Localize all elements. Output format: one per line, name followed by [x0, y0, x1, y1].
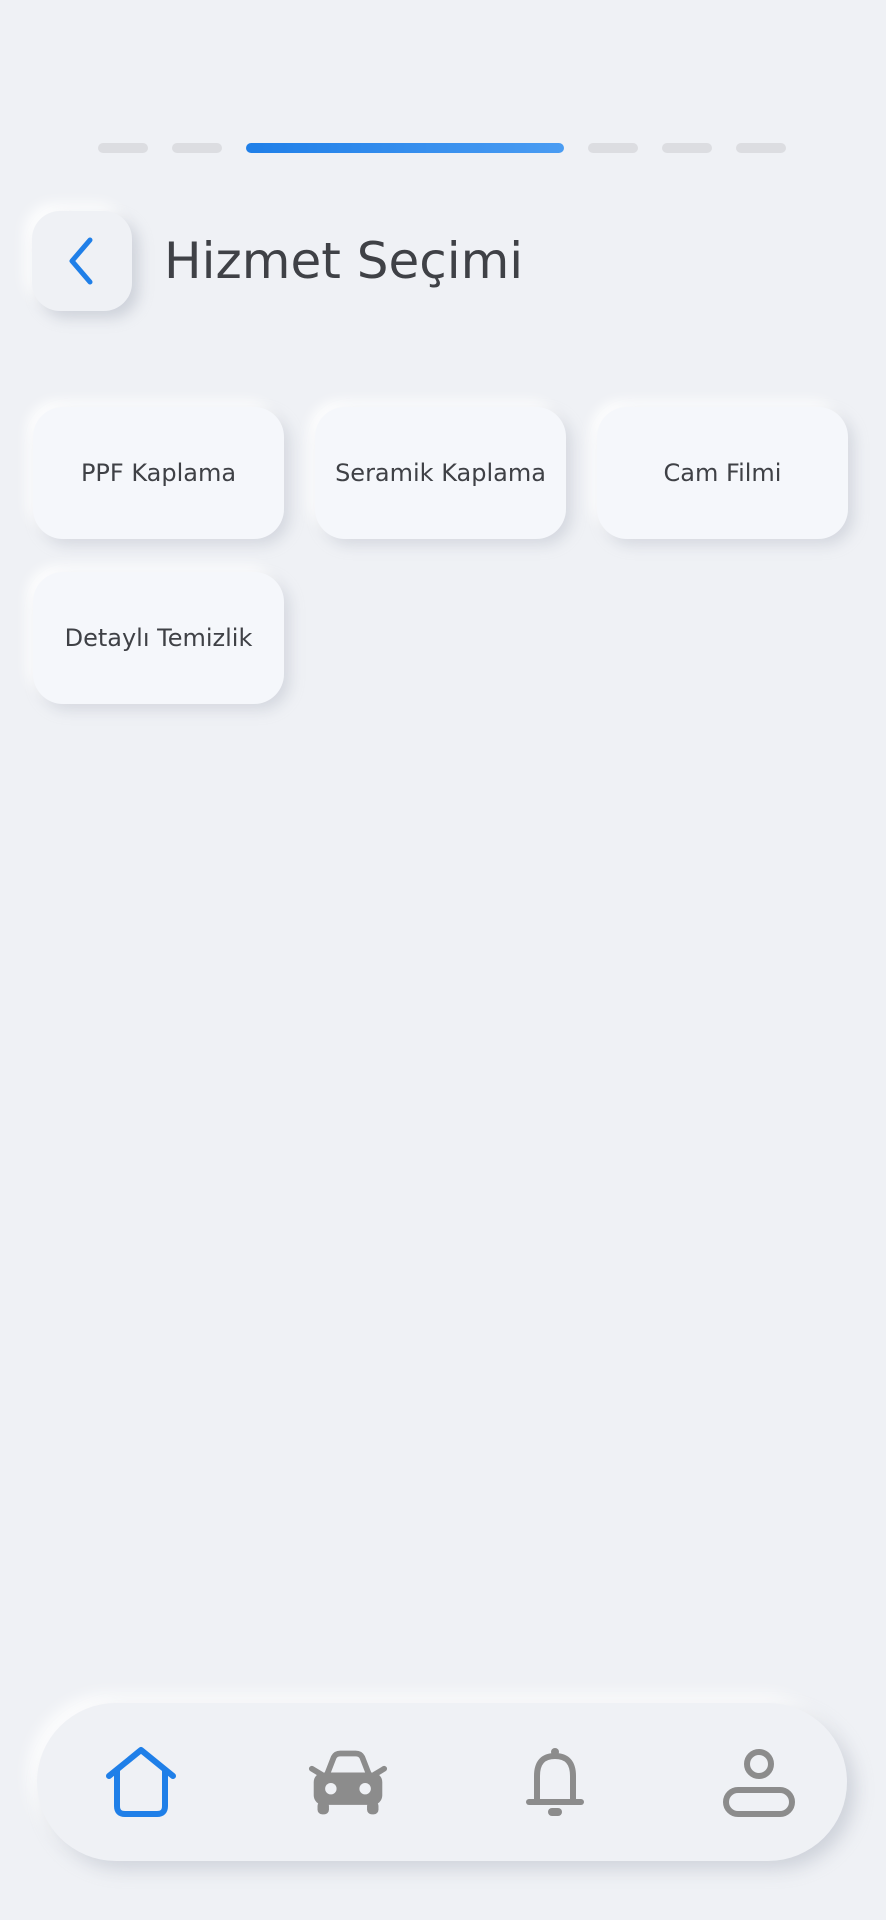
chevron-left-icon	[69, 237, 93, 285]
bell-icon	[526, 1748, 584, 1816]
service-option-detailed-cleaning[interactable]: Detaylı Temizlik	[33, 572, 284, 704]
user-icon	[723, 1749, 795, 1817]
car-icon	[308, 1750, 388, 1815]
service-grid: PPF Kaplama Seramik Kaplama Cam Filmi De…	[33, 407, 849, 704]
home-icon	[106, 1747, 176, 1817]
progress-step-2	[172, 143, 222, 153]
progress-step-5	[662, 143, 712, 153]
progress-step-3-active	[246, 143, 564, 153]
screen: Hizmet Seçimi PPF Kaplama Seramik Kaplam…	[0, 0, 886, 1920]
progress-step-1	[98, 143, 148, 153]
progress-step-4	[588, 143, 638, 153]
progress-step-6	[736, 143, 786, 153]
bottom-nav	[37, 1703, 847, 1861]
nav-item-home[interactable]	[101, 1743, 181, 1823]
service-option-ppf[interactable]: PPF Kaplama	[33, 407, 284, 539]
nav-item-vehicles[interactable]	[308, 1743, 388, 1823]
nav-item-notifications[interactable]	[515, 1743, 595, 1823]
nav-item-profile[interactable]	[719, 1743, 799, 1823]
back-button[interactable]	[32, 211, 132, 311]
service-option-window-film[interactable]: Cam Filmi	[597, 407, 848, 539]
progress-stepper	[98, 143, 786, 153]
service-option-ceramic[interactable]: Seramik Kaplama	[315, 407, 566, 539]
page-title: Hizmet Seçimi	[164, 232, 524, 290]
